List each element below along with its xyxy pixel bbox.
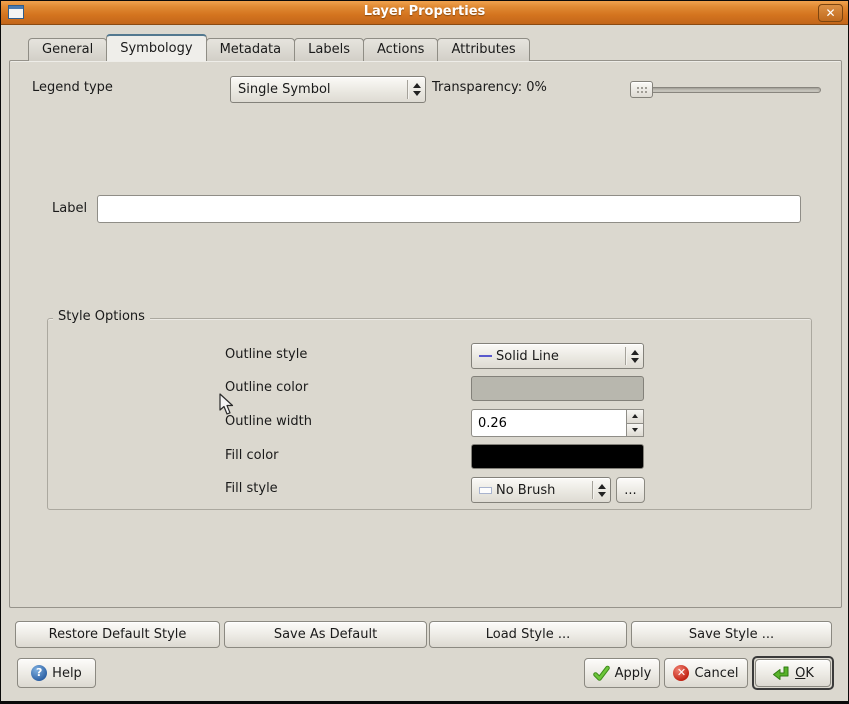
help-button[interactable]: ? Help (17, 658, 96, 688)
tab-actions[interactable]: Actions (363, 38, 439, 61)
legend-type-combobox[interactable]: Single Symbol (230, 76, 426, 103)
label-input[interactable] (97, 195, 801, 223)
help-label: Help (52, 666, 82, 681)
tab-symbology[interactable]: Symbology (106, 34, 206, 61)
outline-width-spinner (471, 409, 644, 437)
legend-type-label: Legend type (32, 80, 113, 95)
style-options-group: Style Options Outline style Solid Line O… (47, 318, 812, 510)
slider-track[interactable] (630, 87, 821, 93)
style-options-title: Style Options (53, 309, 150, 324)
checkmark-icon (593, 665, 610, 682)
restore-default-style-button[interactable]: Restore Default Style (15, 621, 220, 648)
tab-attributes[interactable]: Attributes (437, 38, 529, 61)
transparency-slider[interactable] (630, 81, 821, 99)
fill-color-label: Fill color (225, 448, 279, 463)
close-icon[interactable]: ✕ (818, 4, 843, 22)
transparency-label: Transparency: 0% (432, 80, 547, 95)
tab-labels[interactable]: Labels (294, 38, 364, 61)
spin-down-icon[interactable] (626, 424, 644, 438)
fill-style-value: No Brush (496, 483, 592, 498)
outline-color-button[interactable] (471, 376, 644, 401)
outline-style-combobox[interactable]: Solid Line (471, 343, 644, 369)
layer-properties-dialog: Layer Properties ✕ General Symbology Met… (0, 0, 849, 704)
spin-up-icon[interactable] (626, 409, 644, 424)
fill-style-label: Fill style (225, 481, 278, 496)
fill-style-combobox[interactable]: No Brush (471, 477, 611, 503)
cancel-label: Cancel (694, 666, 738, 681)
outline-width-input[interactable] (471, 409, 626, 437)
ok-label: OK (795, 666, 814, 681)
outline-width-label: Outline width (225, 414, 312, 429)
symbology-tab-page: Legend type Single Symbol Transparency: … (9, 60, 842, 608)
apply-button[interactable]: Apply (584, 658, 660, 688)
outline-color-label: Outline color (225, 380, 308, 395)
cancel-button[interactable]: ✕ Cancel (664, 658, 748, 688)
tab-metadata[interactable]: Metadata (206, 38, 296, 61)
tab-general[interactable]: General (28, 38, 107, 61)
ok-button[interactable]: OK (755, 659, 831, 687)
legend-type-value: Single Symbol (238, 82, 407, 97)
apply-label: Apply (615, 666, 652, 681)
cancel-x-icon: ✕ (673, 665, 689, 681)
load-style-button[interactable]: Load Style ... (429, 621, 627, 648)
label-label: Label (52, 201, 87, 216)
slider-handle[interactable] (630, 81, 653, 98)
combo-updown-icon (593, 484, 610, 497)
solid-line-icon (479, 355, 492, 357)
outline-style-value: Solid Line (496, 349, 625, 364)
save-style-button[interactable]: Save Style ... (631, 621, 832, 648)
save-as-default-button[interactable]: Save As Default (224, 621, 427, 648)
fill-color-button[interactable] (471, 444, 644, 469)
no-brush-icon (479, 487, 492, 494)
window-title: Layer Properties (1, 4, 848, 19)
combo-updown-icon (626, 350, 643, 363)
help-icon: ? (31, 665, 47, 681)
titlebar[interactable]: Layer Properties ✕ (1, 1, 848, 25)
outline-style-label: Outline style (225, 347, 307, 362)
fill-style-more-button[interactable]: ... (616, 477, 645, 503)
enter-arrow-icon (772, 665, 790, 682)
tab-bar: General Symbology Metadata Labels Action… (28, 37, 529, 61)
combo-updown-icon (408, 83, 425, 96)
ok-button-default-ring: OK (752, 656, 834, 690)
